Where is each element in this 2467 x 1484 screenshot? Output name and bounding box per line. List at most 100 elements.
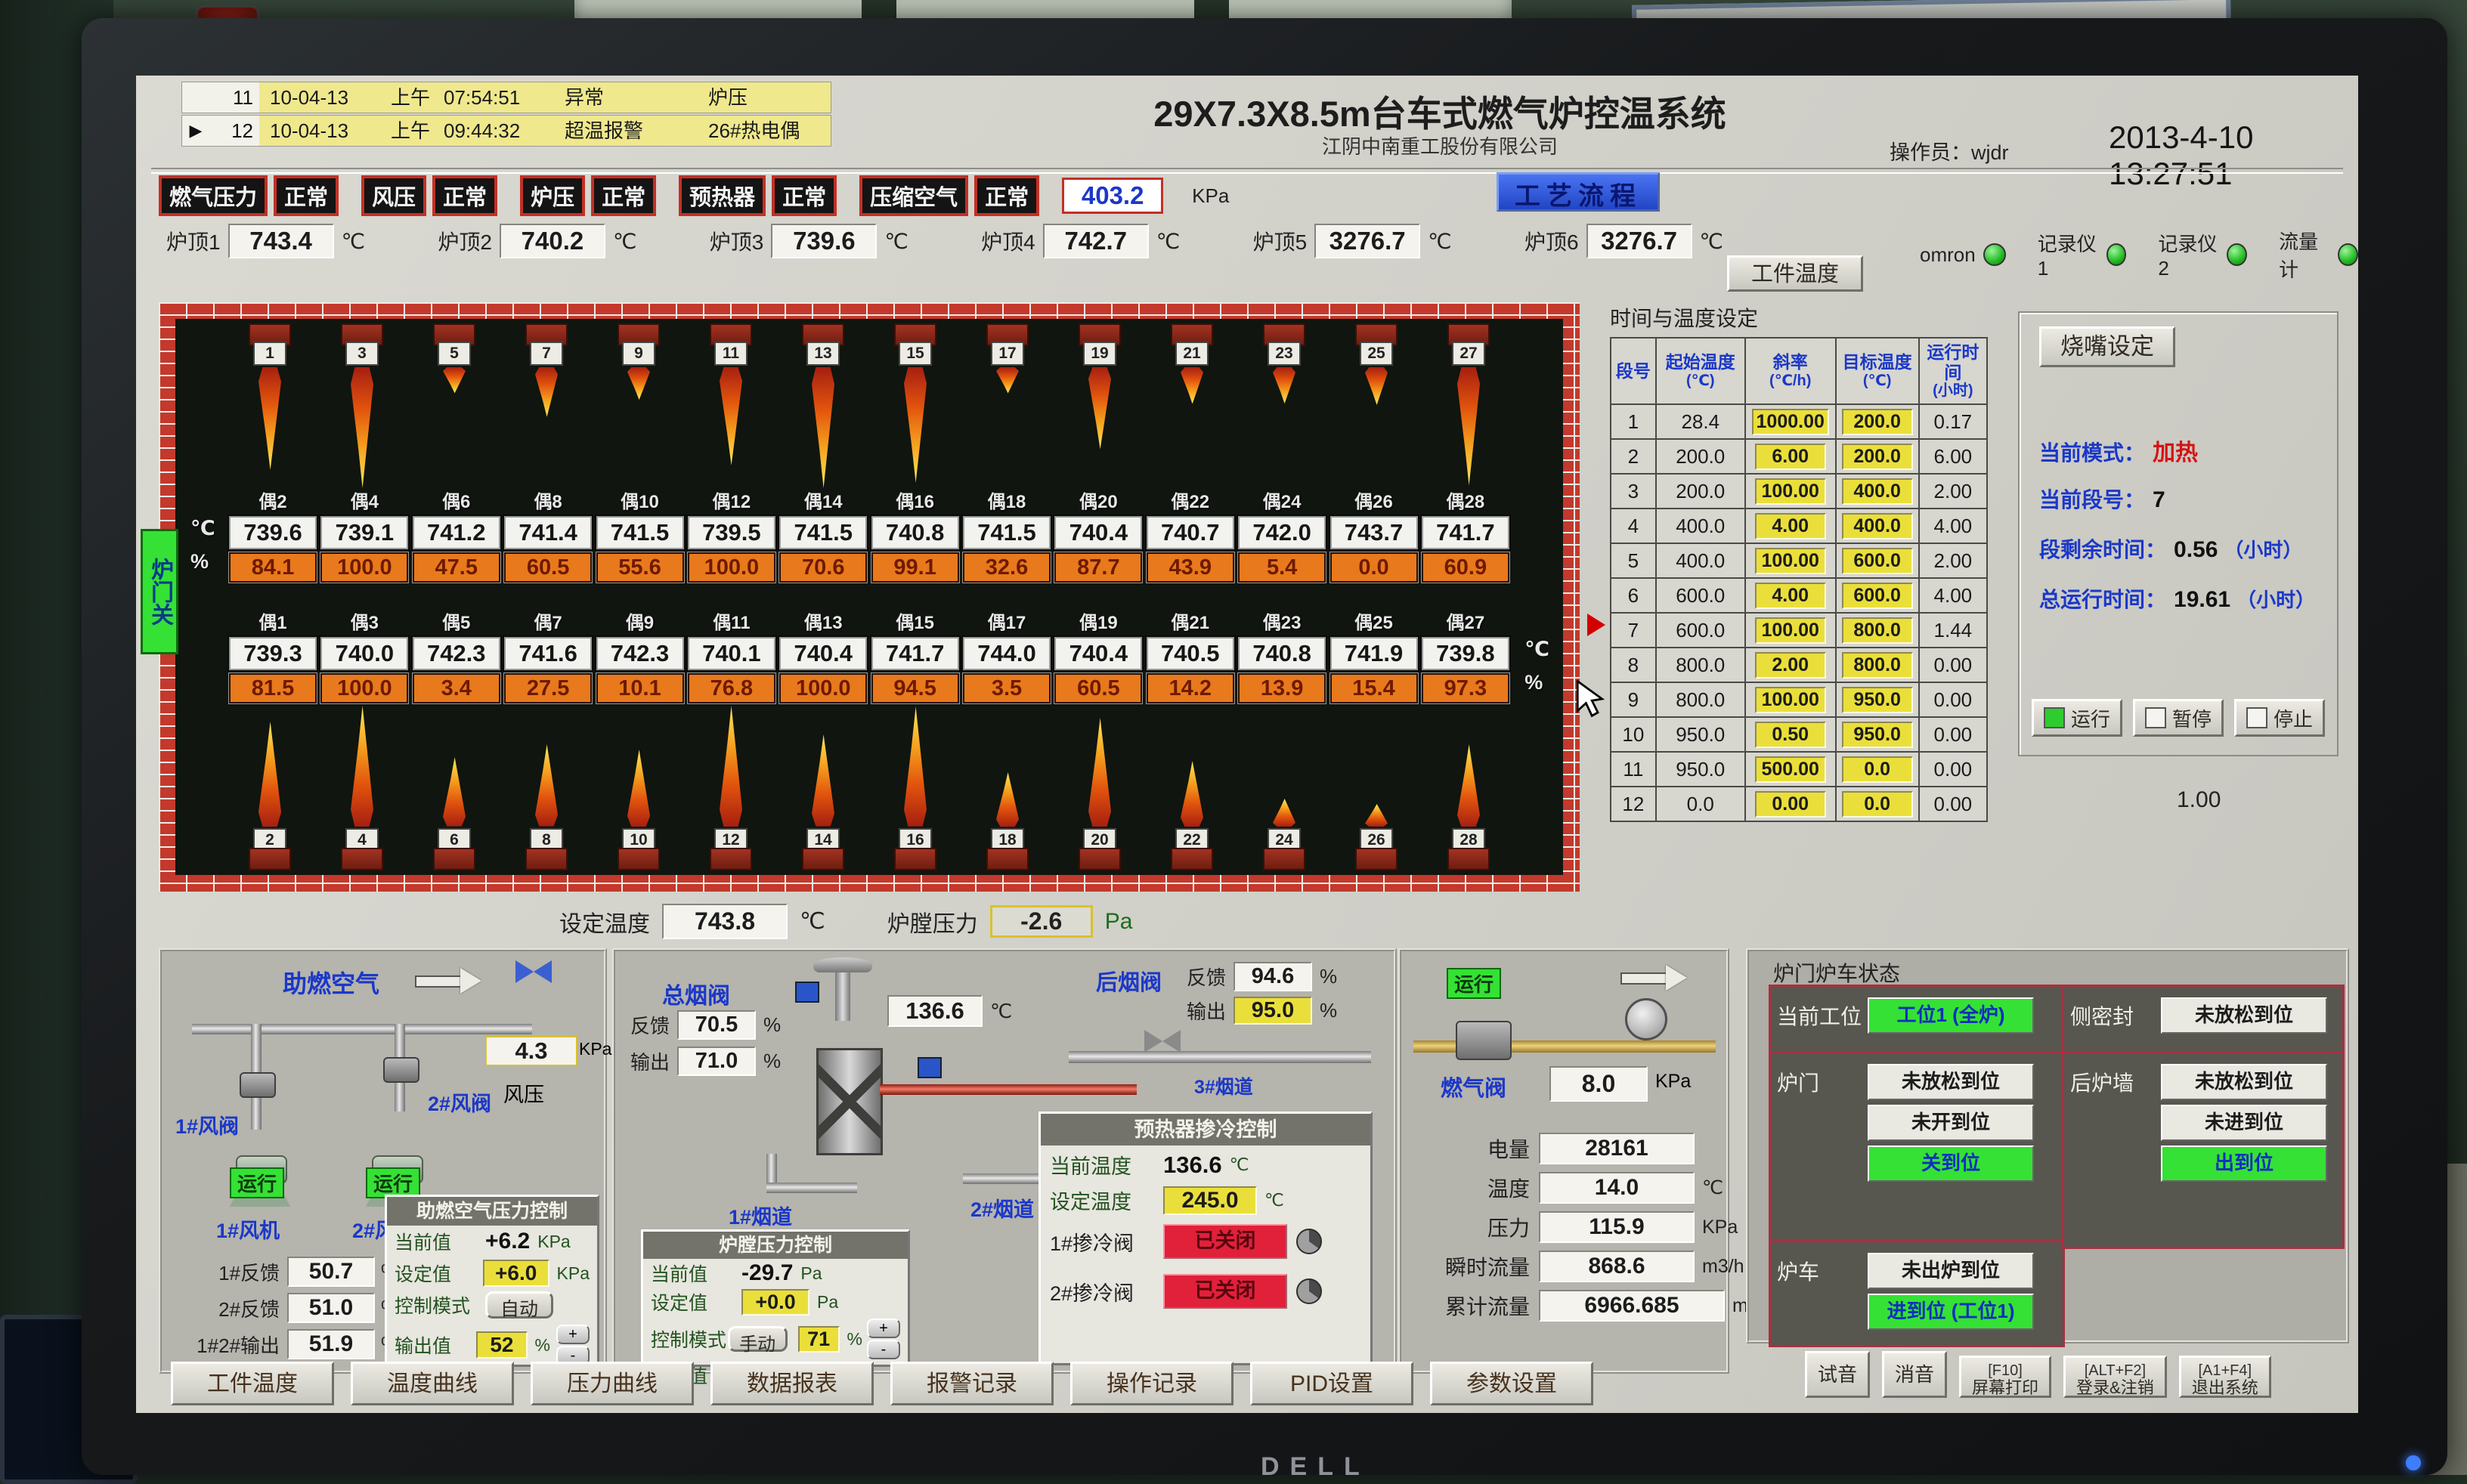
rate-input[interactable]: 6.00 bbox=[1755, 444, 1826, 470]
system-button[interactable]: 消音 bbox=[1882, 1351, 1947, 1398]
burner-block-icon bbox=[341, 848, 383, 870]
chamber-mode-button[interactable]: 手动 bbox=[728, 1326, 788, 1352]
workpiece-temp-button[interactable]: 工件温度 bbox=[1727, 255, 1863, 292]
rate-input[interactable]: 100.00 bbox=[1755, 617, 1826, 644]
target-temp-input[interactable]: 400.0 bbox=[1842, 478, 1913, 505]
target-temp-input[interactable]: 200.0 bbox=[1842, 444, 1913, 470]
burner-setting-button[interactable]: 烧嘴设定 bbox=[2039, 326, 2175, 367]
top-burner: 5 bbox=[410, 323, 499, 488]
target-temp-input[interactable]: 600.0 bbox=[1842, 548, 1913, 574]
segment-number-cell: 8 bbox=[1611, 648, 1656, 682]
operator-field: 操作员：wjdr bbox=[1890, 136, 2009, 165]
status-badge: 压缩空气正常 bbox=[859, 175, 1039, 216]
gas-meter-icon bbox=[1625, 998, 1667, 1040]
gas-metric: 累计流量6966.685m3 bbox=[1409, 1286, 1759, 1325]
bottom-burner: 12 bbox=[686, 706, 775, 870]
system-button[interactable]: [F10]屏幕打印 bbox=[1959, 1356, 2051, 1398]
bottom-burner: 18 bbox=[963, 706, 1052, 870]
couple-output: 13.9 bbox=[1238, 673, 1326, 703]
roof-temp-value: 3276.7 bbox=[1314, 224, 1420, 258]
process-flow-button[interactable]: 工艺流程 bbox=[1497, 172, 1660, 212]
bottom-tab[interactable]: PID设置 bbox=[1250, 1362, 1413, 1405]
gas-metric: 压力115.9KPa bbox=[1409, 1207, 1759, 1247]
couple-output: 47.5 bbox=[413, 552, 500, 583]
target-temp-input[interactable]: 800.0 bbox=[1842, 617, 1913, 644]
target-temp-input[interactable]: 0.0 bbox=[1842, 756, 1913, 783]
chamber-output-value[interactable]: 71 bbox=[798, 1326, 840, 1353]
target-temp-input[interactable]: 600.0 bbox=[1842, 583, 1913, 609]
rate-input[interactable]: 2.00 bbox=[1755, 652, 1826, 679]
preheater-setpoint-input[interactable]: 245.0 bbox=[1163, 1186, 1257, 1215]
bottom-tab[interactable]: 操作记录 bbox=[1070, 1362, 1234, 1405]
target-temp-input[interactable]: 400.0 bbox=[1842, 513, 1913, 539]
flame-icon bbox=[904, 367, 927, 483]
burner-number: 21 bbox=[1175, 342, 1209, 366]
air-mode-button[interactable]: 自动 bbox=[485, 1291, 553, 1319]
header-line2: (小时) bbox=[1921, 382, 1986, 400]
target-temp-input[interactable]: 0.0 bbox=[1842, 791, 1913, 818]
device-indicator: omron bbox=[1920, 227, 2006, 283]
flame-icon bbox=[1457, 744, 1480, 827]
segment-number-cell: 6 bbox=[1611, 578, 1656, 613]
target-temp-input[interactable]: 200.0 bbox=[1842, 409, 1913, 435]
rate-cell: 100.00 bbox=[1745, 474, 1836, 509]
runtime-cell: 0.00 bbox=[1919, 752, 1987, 787]
flame-icon bbox=[351, 367, 373, 488]
fan-reading-label: 1#2#输出 bbox=[169, 1331, 280, 1359]
system-button[interactable]: [ALT+F2]登录&注销 bbox=[2063, 1356, 2167, 1398]
stop-button[interactable]: 停止 bbox=[2234, 699, 2325, 737]
target-temp-input[interactable]: 950.0 bbox=[1842, 722, 1913, 748]
air-setpoint-input[interactable]: +6.0 bbox=[483, 1260, 549, 1287]
air-output-value[interactable]: 52 bbox=[476, 1331, 527, 1359]
bottom-tab[interactable]: 参数设置 bbox=[1430, 1362, 1593, 1405]
bottom-tab[interactable]: 数据报表 bbox=[710, 1362, 874, 1405]
alarm-date: 10-04-13 bbox=[259, 82, 391, 113]
rate-input[interactable]: 0.50 bbox=[1755, 722, 1826, 748]
rate-input[interactable]: 500.00 bbox=[1755, 756, 1826, 783]
rate-input[interactable]: 4.00 bbox=[1755, 583, 1826, 609]
chamber-setpoint-input[interactable]: +0.0 bbox=[741, 1289, 809, 1316]
burner-setting-panel: 烧嘴设定 当前模式：加热 当前段号：7 段剩余时间：0.56（小时） 总运行时间… bbox=[2018, 311, 2339, 756]
rear-output-value[interactable]: 95.0 bbox=[1234, 997, 1312, 1025]
rate-input[interactable]: 1000.00 bbox=[1752, 409, 1829, 435]
pause-button[interactable]: 暂停 bbox=[2133, 699, 2224, 737]
alarm-row[interactable]: ▶1210-04-13上午09:44:32超温报警26#热电偶 bbox=[181, 115, 831, 147]
chamber-press-value: -2.6 bbox=[990, 905, 1093, 938]
bottom-tab[interactable]: 压力曲线 bbox=[531, 1362, 694, 1405]
couple-name: 偶11 bbox=[713, 608, 750, 634]
segment-number-cell: 1 bbox=[1611, 404, 1656, 439]
couple-name: 偶3 bbox=[351, 608, 379, 634]
rate-input[interactable]: 100.00 bbox=[1755, 478, 1826, 505]
rear-flue-valve-label: 后烟阀 bbox=[1096, 965, 1162, 997]
couple-name: 偶9 bbox=[626, 608, 654, 634]
couple-output: 100.0 bbox=[320, 673, 408, 703]
couple-name: 偶5 bbox=[442, 608, 470, 634]
system-button[interactable]: [A1+F4]退出系统 bbox=[2179, 1356, 2271, 1398]
bottom-tab[interactable]: 报警记录 bbox=[890, 1362, 1054, 1405]
target-temp-input[interactable]: 800.0 bbox=[1842, 652, 1913, 679]
table-row: 5400.0100.00600.02.00 bbox=[1611, 543, 1987, 578]
roof-temp-value: 740.2 bbox=[500, 224, 605, 258]
top-burner: 9 bbox=[594, 323, 683, 488]
segment-number-cell: 7 bbox=[1611, 613, 1656, 648]
fan-reading: 1#反馈50.7% bbox=[169, 1254, 398, 1290]
couple-output: 5.4 bbox=[1238, 552, 1326, 583]
rate-input[interactable]: 0.00 bbox=[1755, 791, 1826, 818]
table-row: 120.00.000.00.00 bbox=[1611, 787, 1987, 821]
target-temp-input[interactable]: 950.0 bbox=[1842, 687, 1913, 713]
alarm-row[interactable]: 1110-04-13上午07:54:51异常炉压 bbox=[181, 82, 831, 113]
chamber-output-plus[interactable]: + bbox=[867, 1319, 900, 1338]
bottom-tab[interactable]: 工件温度 bbox=[171, 1362, 334, 1405]
rate-input[interactable]: 4.00 bbox=[1755, 513, 1826, 539]
rate-input[interactable]: 100.00 bbox=[1755, 548, 1826, 574]
couple-temperature: 741.5 bbox=[596, 516, 684, 549]
rate-input[interactable]: 100.00 bbox=[1755, 687, 1826, 713]
air-output-plus[interactable]: + bbox=[556, 1325, 590, 1344]
system-button[interactable]: 试音 bbox=[1805, 1351, 1870, 1398]
bottom-tab[interactable]: 温度曲线 bbox=[351, 1362, 514, 1405]
segment-number-cell: 3 bbox=[1611, 474, 1656, 509]
chamber-output-minus[interactable]: - bbox=[867, 1340, 900, 1359]
flame-icon bbox=[996, 772, 1019, 827]
run-button[interactable]: 运行 bbox=[2032, 699, 2122, 737]
couple-output: 14.2 bbox=[1147, 673, 1234, 703]
